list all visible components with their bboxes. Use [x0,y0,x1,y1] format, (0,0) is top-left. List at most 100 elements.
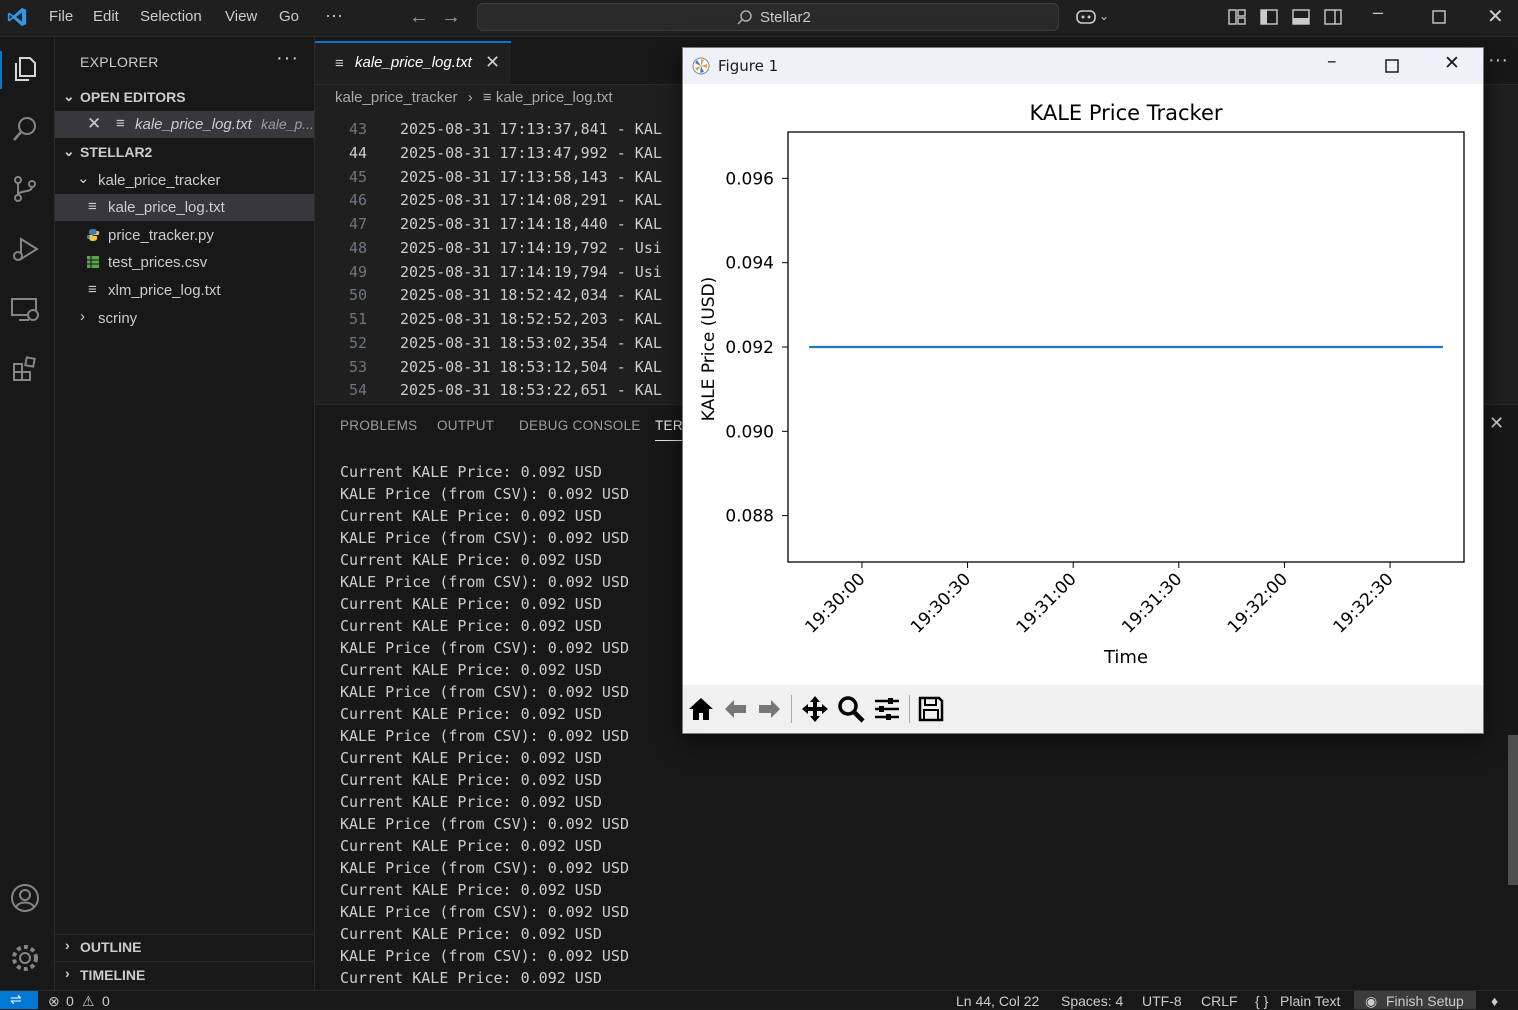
menu-selection[interactable]: Selection [140,8,202,25]
encoding[interactable]: UTF-8 [1142,993,1182,1009]
activity-bar [0,37,55,990]
figure-maximize-icon[interactable] [1385,59,1399,73]
breadcrumb-file[interactable]: kale_price_log.txt [496,89,613,106]
outline-section[interactable]: › OUTLINE [55,934,314,960]
menu-go[interactable]: Go [279,8,299,25]
remote-explorer-icon[interactable] [9,293,41,325]
tree-file-test-prices[interactable]: test_prices.csv [55,249,314,276]
tree-file-price-tracker[interactable]: price_tracker.py [55,222,314,249]
terminal-scrollbar[interactable] [1508,735,1518,885]
search-icon [737,10,752,25]
line-number: 52 [348,333,367,352]
tree-file-xlm-price-log[interactable]: ≡ xlm_price_log.txt [55,277,314,304]
maximize-icon[interactable] [1430,8,1448,26]
timeline-section[interactable]: › TIMELINE [55,962,314,988]
menu-file[interactable]: File [49,8,73,25]
line-number: 47 [348,215,367,233]
forward-icon[interactable] [755,695,783,723]
close-window-icon[interactable]: ✕ [1487,4,1504,29]
close-editor-icon[interactable]: ✕ [87,114,101,134]
home-icon[interactable] [687,695,715,723]
chart-title: KALE Price Tracker [1029,101,1222,125]
configure-subplots-icon[interactable] [873,695,901,723]
close-tab-icon[interactable]: ✕ [485,52,500,73]
back-arrow-icon[interactable]: ← [409,6,429,29]
chevron-down-icon: ⌄ [63,88,75,104]
command-center-search[interactable]: Stellar2 [477,3,1059,31]
warning-icon[interactable]: ⚠ [82,993,95,1010]
line-text: 2025-08-31 17:14:18,440 - KAL [400,215,662,233]
tab-problems[interactable]: PROBLEMS [340,418,417,433]
pan-icon[interactable] [801,695,829,723]
tab-output[interactable]: OUTPUT [437,418,494,433]
price-chart: KALE Price Tracker 0.088 0.090 0.092 0.094 0.… [699,101,1465,668]
explorer-icon[interactable] [9,53,41,85]
open-editor-item[interactable]: ✕ ≡ kale_price_log.txt kale_p... [55,111,314,138]
forward-arrow-icon[interactable]: → [441,6,461,29]
remote-indicator[interactable]: ⇌ [0,991,38,1009]
copilot-icon[interactable] [1075,8,1099,26]
back-icon[interactable] [722,695,750,723]
copilot-chevron-down-icon[interactable]: ⌄ [1099,9,1109,23]
notifications-bell-icon[interactable]: ♦ [1491,993,1498,1009]
workspace-section[interactable]: ⌄ STELLAR2 [55,139,314,165]
menu-edit[interactable]: Edit [93,8,119,25]
tree-folder-scriny[interactable]: › scriny [55,305,314,332]
source-control-icon[interactable] [9,173,41,205]
end-of-line[interactable]: CRLF [1201,993,1238,1009]
breadcrumb-folder[interactable]: kale_price_tracker [335,89,458,106]
save-figure-icon[interactable] [917,695,945,723]
file-label: kale_price_log.txt [108,199,225,216]
breadcrumb: kale_price_tracker › ≡ kale_price_log.tx… [335,89,613,106]
tree-file-kale-price-log[interactable]: ≡ kale_price_log.txt [55,194,314,221]
accounts-icon[interactable] [9,882,41,914]
explorer-title: EXPLORER [80,54,159,70]
tree-folder-kale-price-tracker[interactable]: ⌄ kale_price_tracker [55,167,314,194]
menu-view[interactable]: View [225,8,257,25]
terminal-line: KALE Price (from CSV): 0.092 USD [340,815,629,833]
manage-gear-icon[interactable] [9,942,41,974]
text-file-icon: ≡ [88,281,97,298]
extensions-icon[interactable] [9,353,41,385]
run-and-debug-icon[interactable] [9,233,41,265]
folder-label: kale_price_tracker [98,172,221,189]
terminal-line: Current KALE Price: 0.092 USD [340,793,602,811]
terminal-line: Current KALE Price: 0.092 USD [340,771,602,789]
open-editors-section[interactable]: ⌄ OPEN EDITORS [55,84,314,110]
customize-layout-icon[interactable] [1228,8,1246,26]
close-panel-icon[interactable]: ✕ [1489,413,1504,434]
line-number: 44 [348,143,367,162]
chevron-right-icon: › [65,965,70,981]
text-file-icon: ≡ [335,55,344,72]
x-tick-label: 19:32:00 [1224,569,1292,637]
tab-label: kale_price_log.txt [355,54,472,71]
terminal-line: Current KALE Price: 0.092 USD [340,837,602,855]
toggle-panel-icon[interactable] [1292,8,1310,26]
figure-minimize-icon[interactable]: – [1327,50,1337,72]
tab-debug-console[interactable]: DEBUG CONSOLE [519,418,641,433]
warning-count[interactable]: 0 [102,993,110,1009]
line-number: 50 [348,286,367,305]
figure-title-bar: Figure 1 – ✕ [683,48,1483,84]
editor-more-actions-icon[interactable]: ··· [1488,49,1508,72]
explorer-more-button[interactable]: ··· [276,47,299,70]
indentation[interactable]: Spaces: 4 [1061,993,1123,1009]
text-file-icon: ≡ [88,198,97,215]
toggle-primary-sidebar-icon[interactable] [1260,8,1278,26]
search-view-icon[interactable] [9,113,41,145]
line-number: 49 [348,262,367,281]
cursor-position[interactable]: Ln 44, Col 22 [956,993,1039,1009]
toggle-secondary-sidebar-icon[interactable] [1324,8,1342,26]
language-mode[interactable]: Plain Text [1280,993,1340,1009]
minimize-icon[interactable]: – [1373,2,1383,23]
errors-icon[interactable]: ⊗ [48,993,60,1010]
error-count[interactable]: 0 [66,993,74,1009]
editor-tab-kale-price-log[interactable]: ≡ kale_price_log.txt ✕ [315,41,511,84]
open-editor-hint: kale_p... [261,116,314,132]
line-number: 45 [348,167,367,186]
menu-more-button[interactable]: ··· [325,5,343,26]
figure-close-icon[interactable]: ✕ [1444,52,1460,74]
finish-setup-button[interactable]: ◉ Finish Setup [1354,991,1476,1009]
zoom-icon[interactable] [837,695,865,723]
finish-setup-label: Finish Setup [1386,993,1464,1009]
